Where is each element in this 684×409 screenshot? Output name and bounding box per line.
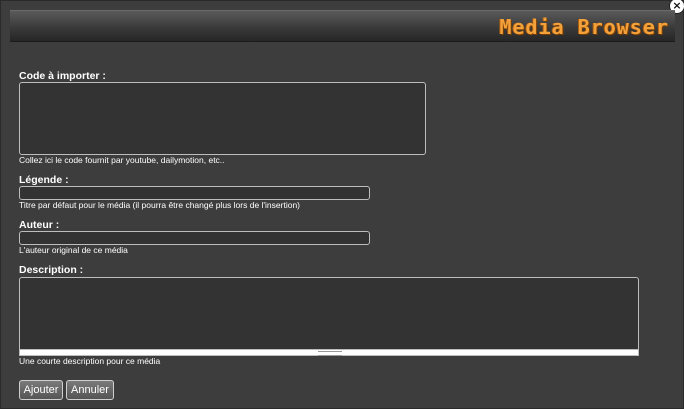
resize-handle[interactable] (19, 349, 639, 356)
legende-label: Légende : (19, 174, 69, 186)
cancel-button[interactable]: Annuler (66, 380, 114, 400)
code-hint: Collez ici le code fournit par youtube, … (19, 155, 225, 165)
description-label: Description : (19, 264, 84, 276)
auteur-input[interactable] (19, 231, 370, 245)
description-textarea[interactable] (19, 277, 639, 349)
legende-hint: Titre par défaut pour le média (il pourr… (19, 200, 301, 210)
add-button[interactable]: Ajouter (19, 380, 63, 400)
grip-icon (318, 351, 342, 356)
auteur-hint: L'auteur original de ce média (19, 245, 128, 255)
description-editor (19, 277, 639, 357)
code-textarea[interactable] (19, 82, 426, 155)
code-label: Code à importer : (19, 70, 106, 82)
dialog-title: Media Browser (499, 15, 669, 39)
media-browser-dialog: × Media Browser Code à importer : Collez… (0, 0, 684, 409)
auteur-label: Auteur : (19, 219, 60, 231)
description-hint: Une courte description pour ce média (19, 356, 161, 366)
dialog-header: Media Browser (10, 10, 675, 42)
legende-input[interactable] (19, 186, 370, 200)
